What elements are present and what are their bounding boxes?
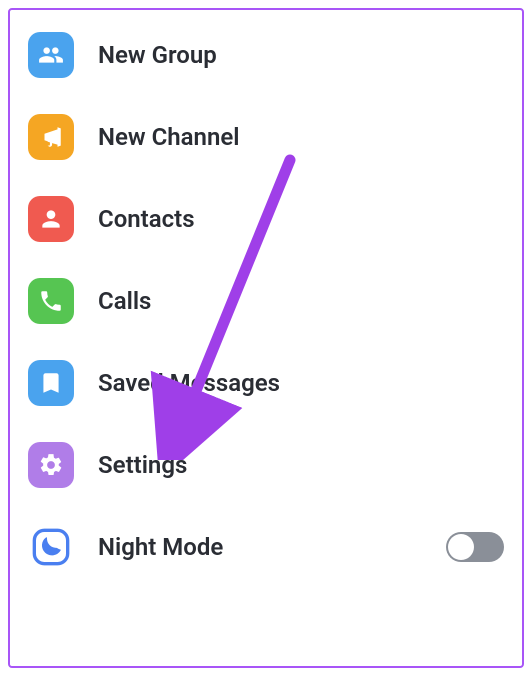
moon-icon bbox=[28, 524, 74, 570]
night-mode-toggle[interactable] bbox=[446, 532, 504, 562]
menu-item-new-channel[interactable]: New Channel bbox=[28, 114, 504, 160]
bookmark-icon bbox=[28, 360, 74, 406]
menu-item-saved-messages[interactable]: Saved Messages bbox=[28, 360, 504, 406]
person-icon bbox=[28, 196, 74, 242]
phone-icon bbox=[28, 278, 74, 324]
menu-item-new-group[interactable]: New Group bbox=[28, 32, 504, 78]
menu-label-night-mode: Night Mode bbox=[98, 533, 223, 561]
menu-label-calls: Calls bbox=[98, 287, 151, 315]
menu-item-night-mode[interactable]: Night Mode bbox=[28, 524, 504, 570]
menu-panel: New Group New Channel Contacts Calls Sav bbox=[8, 8, 524, 668]
menu-item-calls[interactable]: Calls bbox=[28, 278, 504, 324]
people-icon bbox=[28, 32, 74, 78]
menu-label-new-group: New Group bbox=[98, 41, 217, 69]
menu-item-contacts[interactable]: Contacts bbox=[28, 196, 504, 242]
menu-item-settings[interactable]: Settings bbox=[28, 442, 504, 488]
menu-label-contacts: Contacts bbox=[98, 205, 195, 233]
megaphone-icon bbox=[28, 114, 74, 160]
menu-label-saved-messages: Saved Messages bbox=[98, 369, 280, 397]
toggle-knob bbox=[448, 534, 474, 560]
gear-icon bbox=[28, 442, 74, 488]
menu-label-settings: Settings bbox=[98, 451, 187, 479]
menu-label-new-channel: New Channel bbox=[98, 123, 240, 151]
menu-list: New Group New Channel Contacts Calls Sav bbox=[28, 32, 504, 570]
